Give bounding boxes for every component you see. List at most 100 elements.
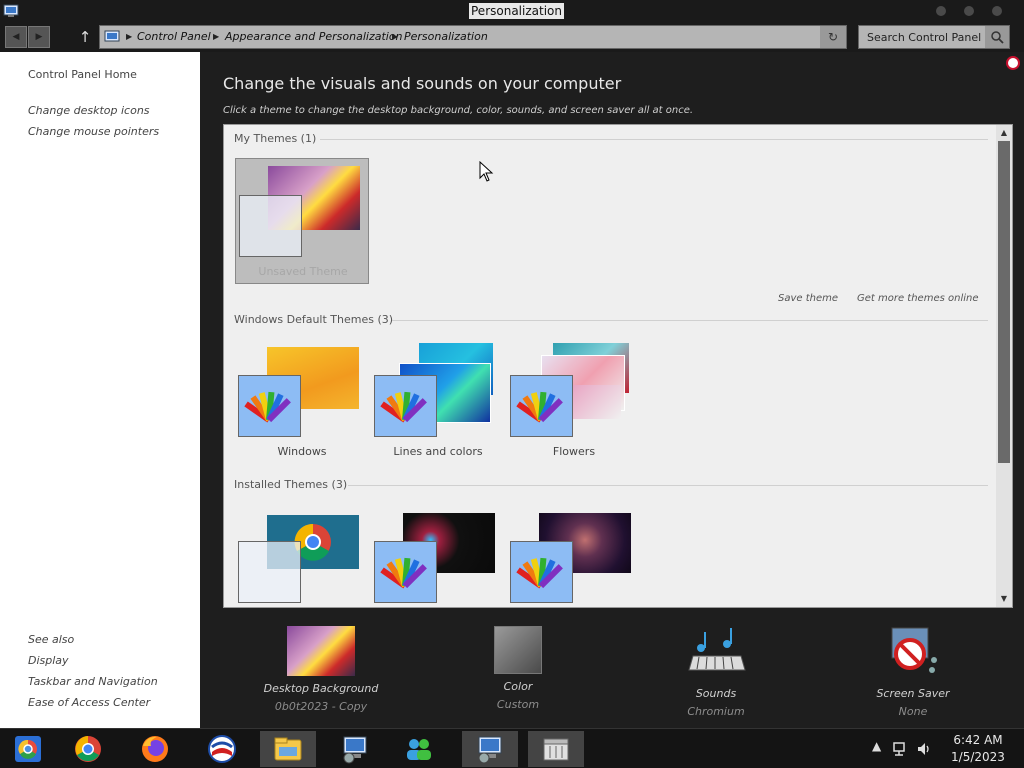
scroll-up-icon[interactable]: ▲ [998,127,1010,139]
option-label: Desktop Background [263,682,379,695]
chevron-right-icon: ▶ [213,32,220,41]
color-swatch-icon [516,557,563,589]
theme-color-overlay [374,541,437,603]
scroll-down-icon[interactable]: ▼ [998,593,1010,605]
color-option[interactable]: Color Custom [453,626,583,711]
screen-saver-option[interactable]: Screen Saver None [848,626,978,718]
breadcrumb-control-panel[interactable]: Control Panel [137,26,211,48]
clock-date: 1/5/2023 [951,750,1005,764]
display-link[interactable]: Display [28,654,69,667]
theme-lines-and-colors[interactable]: Lines and colors [371,341,505,471]
close-button[interactable] [992,6,1002,16]
theme-installed-dark[interactable] [371,509,505,607]
screen-saver-icon [891,627,937,673]
back-button[interactable]: ◀ [5,26,27,48]
theme-color-overlay [374,375,437,437]
control-panel-icon [478,736,502,764]
main-content: Change the visuals and sounds on your co… [200,52,1024,728]
option-value: Custom [496,698,540,711]
get-more-themes-link[interactable]: Get more themes online [857,293,979,304]
search-box[interactable] [858,25,1010,49]
color-swatch-icon [244,391,291,423]
ease-of-access-link[interactable]: Ease of Access Center [28,696,150,709]
breadcrumb-appearance[interactable]: Appearance and Personalization [225,26,403,48]
desktop-background-thumbnail [287,626,355,676]
control-panel-icon [3,4,19,17]
volume-icon[interactable] [916,741,932,757]
theme-color-overlay [510,375,573,437]
taskbar-store[interactable] [528,731,584,767]
search-input[interactable] [859,26,985,48]
taskbar-chromium[interactable] [0,731,56,767]
theme-label: Flowers [552,445,596,458]
maximize-button[interactable] [964,6,974,16]
taskbar-control-panel[interactable] [327,731,383,767]
firefox-icon [142,736,168,762]
control-panel-home-link[interactable]: Control Panel Home [28,68,137,81]
control-panel-icon [104,30,120,42]
option-value: None [898,705,928,718]
page-subtitle: Click a theme to change the desktop back… [223,105,694,116]
theme-label: Lines and colors [393,445,483,458]
save-theme-link[interactable]: Save theme [778,293,838,304]
sounds-option[interactable]: Sounds Chromium [651,626,781,718]
address-bar[interactable]: ▶ Control Panel ▶ Appearance and Persona… [99,25,847,49]
breadcrumb-personalization[interactable]: Personalization [404,26,488,48]
theme-unsaved[interactable]: Unsaved Theme [235,158,369,284]
network-icon[interactable] [892,741,908,757]
installed-themes-heading: Installed Themes (3) [234,478,348,491]
taskbar-file-explorer[interactable] [260,731,316,767]
control-panel-icon [343,736,367,764]
sidebar: Control Panel Home Change desktop icons … [0,52,200,728]
minimize-button[interactable] [936,6,946,16]
see-also-heading: See also [28,633,75,646]
page-title: Change the visuals and sounds on your co… [223,74,622,93]
title-bar: Personalization [0,0,1024,22]
option-label: Color [503,680,533,693]
my-themes-heading: My Themes (1) [234,132,317,145]
taskbar-app-blue[interactable] [194,731,250,767]
sounds-icon [688,628,746,671]
option-label: Screen Saver [876,687,950,700]
forward-button[interactable]: ▶ [28,26,50,48]
themes-list[interactable]: My Themes (1) Unsaved Theme Save theme G… [223,124,1013,608]
color-swatch [494,626,542,674]
desktop-background-option[interactable]: Desktop Background 0b0t2023 - Copy [256,626,386,713]
people-icon [407,739,431,760]
chromium-icon [15,736,41,762]
chrome-icon [75,736,101,762]
refresh-icon[interactable]: ↻ [820,26,846,48]
navigation-bar: ◀ ▶ ↑ ▶ Control Panel ▶ Appearance and P… [0,22,1024,52]
close-circle-icon[interactable] [1006,56,1020,70]
chevron-right-icon: ▶ [126,32,133,41]
change-mouse-pointers-link[interactable]: Change mouse pointers [28,125,159,138]
theme-color-overlay [238,375,301,437]
up-arrow-icon[interactable]: ↑ [77,26,93,48]
theme-installed-chrome[interactable] [235,509,369,607]
theme-flowers[interactable]: Flowers [507,341,641,471]
option-label: Sounds [695,687,737,700]
divider [320,139,988,140]
scrollbar-thumb[interactable] [998,141,1010,463]
clock-time: 6:42 AM [953,733,1003,747]
option-value: Chromium [687,705,745,718]
scrollbar[interactable]: ▲ ▼ [996,125,1012,607]
show-hidden-icons[interactable]: ▲ [872,739,881,753]
store-icon [543,738,569,761]
taskbar-personalization[interactable] [462,731,518,767]
theme-windows[interactable]: Windows [235,341,369,471]
theme-color-overlay [510,541,573,603]
window-title: Personalization [469,3,564,19]
theme-installed-nebula[interactable] [507,509,641,607]
taskbar-firefox[interactable] [127,731,183,767]
change-desktop-icons-link[interactable]: Change desktop icons [28,104,150,117]
taskbar-navigation-link[interactable]: Taskbar and Navigation [28,675,158,688]
search-icon[interactable] [985,26,1009,48]
taskbar-network-app[interactable] [391,731,447,767]
theme-label: Windows [277,445,327,458]
clock[interactable]: 6:42 AM 1/5/2023 [938,732,1018,766]
theme-label: Unsaved Theme [258,265,348,278]
mouse-cursor-icon [479,161,494,182]
theme-color-overlay [238,541,301,603]
taskbar-chrome[interactable] [60,731,116,767]
